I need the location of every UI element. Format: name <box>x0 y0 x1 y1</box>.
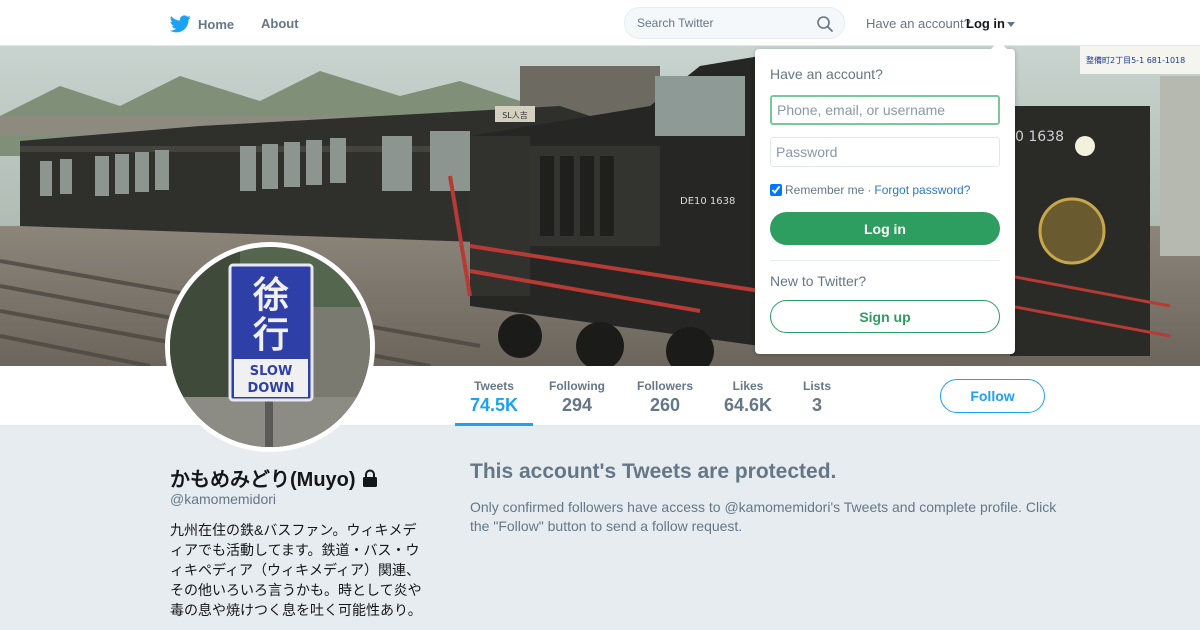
banner-shop-sign: 整備町2丁目5-1 681-1018 <box>1086 55 1185 65</box>
avatar[interactable]: 徐 行 SLOW DOWN <box>165 242 375 452</box>
banner-loco-number-right: 0 1638 <box>1015 129 1064 145</box>
have-account-label: Have an account? <box>866 16 971 31</box>
stat-following-value: 294 <box>561 395 593 415</box>
divider <box>770 260 1000 261</box>
username-field[interactable] <box>770 95 1000 125</box>
stat-tweets-value: 74.5K <box>469 395 519 415</box>
stat-likes[interactable]: Likes 64.6K <box>718 366 778 426</box>
stat-following-label: Following <box>549 379 605 393</box>
banner-loco-number: DE10 1638 <box>680 196 735 207</box>
avatar-sign-line3: SLOW <box>250 364 293 379</box>
search-input[interactable] <box>637 16 807 30</box>
profile-name-row: かもめみどり(Muyo) <box>170 463 378 492</box>
stat-followers-label: Followers <box>636 379 693 393</box>
lock-icon <box>362 469 377 487</box>
protected-title: This account's Tweets are protected. <box>470 460 837 483</box>
password-field[interactable] <box>770 137 1000 167</box>
follow-button[interactable]: Follow <box>940 379 1045 413</box>
stat-lists-label: Lists <box>802 379 831 393</box>
nav-home-label: Home <box>198 16 235 32</box>
remember-me-checkbox[interactable] <box>770 184 782 196</box>
remember-me-label[interactable]: Remember me <box>785 183 864 197</box>
avatar-photo-slow-down-sign: 徐 行 SLOW DOWN <box>170 247 370 447</box>
profile-bio: 九州在住の鉄&バスファン。ウィキメディアでも活動してます。鉄道・バス・ウィキペデ… <box>170 522 422 618</box>
twitter-bird-icon <box>170 15 191 33</box>
remember-separator: · <box>867 183 872 197</box>
profile-name[interactable]: かもめみどり(Muyo) <box>170 463 356 492</box>
top-navigation-bar: Home About Have an account? Log in <box>0 0 1200 46</box>
stat-tweets-label: Tweets <box>474 379 514 393</box>
stat-followers-value: 260 <box>649 395 681 415</box>
login-dropdown: Have an account? Remember me · Forgot pa… <box>755 41 1015 354</box>
banner-sl-plate: SL人吉 <box>502 111 528 120</box>
avatar-sign-line1: 徐 <box>252 275 289 316</box>
stat-lists-value: 3 <box>811 395 822 415</box>
search-box <box>624 7 845 39</box>
nav-home-link[interactable]: Home <box>170 12 234 36</box>
profile-handle[interactable]: @kamomemidori <box>170 491 276 507</box>
avatar-sign-line2: 行 <box>253 315 289 356</box>
stat-following[interactable]: Following 294 <box>541 366 613 426</box>
stat-tweets[interactable]: Tweets 74.5K <box>455 366 533 426</box>
stat-followers[interactable]: Followers 260 <box>629 366 701 426</box>
forgot-password-link[interactable]: Forgot password? <box>874 183 970 197</box>
caret-down-icon <box>1007 22 1015 28</box>
login-dropdown-title: Have an account? <box>770 66 883 82</box>
nav-about-link[interactable]: About <box>261 16 299 31</box>
remember-me-row: Remember me · Forgot password? <box>770 183 970 197</box>
stat-likes-label: Likes <box>732 379 764 393</box>
avatar-sign-line4: DOWN <box>247 381 294 396</box>
stat-lists[interactable]: Lists 3 <box>795 366 839 426</box>
login-dropdown-toggle[interactable]: Log in <box>966 16 1015 31</box>
login-button[interactable]: Log in <box>770 212 1000 245</box>
protected-description: Only confirmed followers have access to … <box>470 499 1057 534</box>
search-icon[interactable] <box>816 15 834 33</box>
stat-likes-value: 64.6K <box>723 395 773 415</box>
signup-button[interactable]: Sign up <box>770 300 1000 333</box>
new-to-twitter-label: New to Twitter? <box>770 273 867 289</box>
login-toggle-label: Log in <box>966 16 1005 31</box>
